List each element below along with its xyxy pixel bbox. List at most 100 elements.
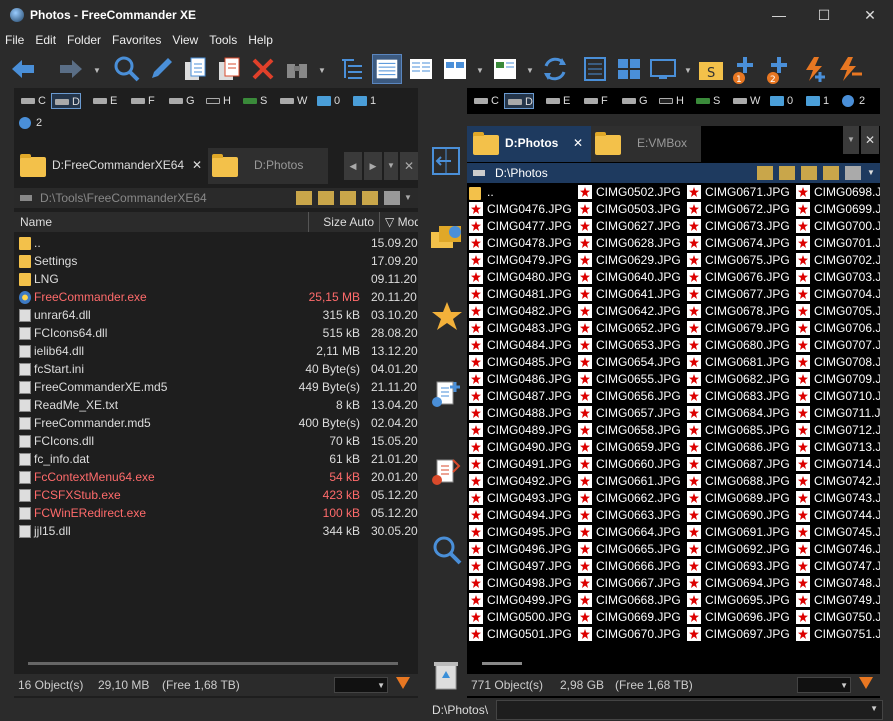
filter-icon[interactable]: [396, 677, 410, 689]
tab-photos[interactable]: D:Photos: [208, 148, 328, 184]
list-item[interactable]: CIMG0699.JPG: [796, 201, 880, 218]
list-item[interactable]: CIMG0679.JPG: [687, 320, 795, 337]
tab-scroll-right-icon[interactable]: ▶: [364, 152, 382, 180]
drive-2[interactable]: 2: [16, 115, 42, 131]
list-item[interactable]: CIMG0704.JPG: [796, 286, 880, 303]
list-item[interactable]: CIMG0689.JPG: [687, 490, 795, 507]
list-item[interactable]: CIMG0657.JPG: [578, 405, 686, 422]
folder-up-icon[interactable]: [340, 191, 356, 205]
list-item[interactable]: CIMG0485.JPG: [469, 354, 577, 371]
move-icon[interactable]: [214, 54, 244, 84]
monitor-dropdown-icon[interactable]: ▼: [684, 66, 692, 75]
drive-g[interactable]: G: [619, 93, 648, 109]
filter-select[interactable]: ▼: [797, 677, 851, 693]
list-item[interactable]: CIMG0675.JPG: [687, 252, 795, 269]
list-item[interactable]: CIMG0479.JPG: [469, 252, 577, 269]
file-row[interactable]: FreeCommander.exe 25,15 MB 20.11.20: [14, 288, 418, 306]
list-item[interactable]: CIMG0659.JPG: [578, 439, 686, 456]
tab-d-photos[interactable]: D:Photos ✕: [467, 126, 591, 162]
list-item[interactable]: CIMG0640.JPG: [578, 269, 686, 286]
list-item[interactable]: CIMG0476.JPG: [469, 201, 577, 218]
list-item[interactable]: CIMG0745.JPG: [796, 524, 880, 541]
list-item[interactable]: CIMG0707.JPG: [796, 337, 880, 354]
list-item[interactable]: CIMG0662.JPG: [578, 490, 686, 507]
list-item[interactable]: CIMG0496.JPG: [469, 541, 577, 558]
list-item[interactable]: CIMG0628.JPG: [578, 235, 686, 252]
minimize-button[interactable]: —: [756, 0, 802, 30]
folder-history-icon[interactable]: [757, 166, 773, 180]
list-item[interactable]: CIMG0663.JPG: [578, 507, 686, 524]
drive-f[interactable]: F: [581, 93, 608, 109]
drive-1[interactable]: 1: [803, 93, 829, 109]
drive-e[interactable]: E: [90, 93, 117, 109]
folder-tree-icon[interactable]: [845, 166, 861, 180]
file-row[interactable]: FreeCommanderXE.md5 449 Byte(s) 21.11.20: [14, 378, 418, 396]
list-item[interactable]: CIMG0652.JPG: [578, 320, 686, 337]
left-horizontal-scrollbar[interactable]: [28, 662, 398, 665]
list-item[interactable]: CIMG0664.JPG: [578, 524, 686, 541]
folder-favorite-icon[interactable]: [779, 166, 795, 180]
drive-0[interactable]: 0: [767, 93, 793, 109]
list-item[interactable]: CIMG0495.JPG: [469, 524, 577, 541]
list-item[interactable]: CIMG0672.JPG: [687, 201, 795, 218]
file-row[interactable]: LNG 09.11.20: [14, 270, 418, 288]
drive-f[interactable]: F: [128, 93, 155, 109]
tree-view-icon[interactable]: [338, 54, 368, 84]
checklist-icon[interactable]: [580, 54, 610, 84]
drive-0[interactable]: 0: [314, 93, 340, 109]
sync-folders-icon[interactable]: [429, 222, 463, 252]
drive-d[interactable]: D: [504, 93, 534, 109]
list-item[interactable]: CIMG0478.JPG: [469, 235, 577, 252]
list-item[interactable]: CIMG0667.JPG: [578, 575, 686, 592]
list-item[interactable]: CIMG0477.JPG: [469, 218, 577, 235]
tab-list-dropdown-icon[interactable]: ▼: [843, 126, 859, 154]
file-row[interactable]: FCIcons.dll 70 kB 15.05.20: [14, 432, 418, 450]
drive-c[interactable]: C: [18, 93, 46, 109]
quick-action-1-icon[interactable]: [800, 54, 830, 84]
column-name[interactable]: Name: [20, 212, 52, 232]
file-row[interactable]: Settings 17.09.20: [14, 252, 418, 270]
list-item[interactable]: CIMG0481.JPG: [469, 286, 577, 303]
list-item[interactable]: CIMG0700.JPG: [796, 218, 880, 235]
tab-freecommanderxe64[interactable]: D:FreeCommanderXE64 ✕: [14, 148, 206, 184]
list-item[interactable]: CIMG0680.JPG: [687, 337, 795, 354]
maximize-button[interactable]: ☐: [801, 0, 847, 30]
thumbnail-view-icon[interactable]: [440, 54, 470, 84]
column-size[interactable]: Size Auto: [310, 212, 374, 232]
list-item[interactable]: CIMG0696.JPG: [687, 609, 795, 626]
file-row[interactable]: .. 15.09.20: [14, 234, 418, 252]
list-item[interactable]: CIMG0702.JPG: [796, 252, 880, 269]
file-row[interactable]: ielib64.dll 2,11 MB 13.12.20: [14, 342, 418, 360]
folder-view-icon[interactable]: [490, 54, 520, 84]
list-item[interactable]: CIMG0686.JPG: [687, 439, 795, 456]
folder-root-icon[interactable]: [823, 166, 839, 180]
list-item[interactable]: CIMG0709.JPG: [796, 371, 880, 388]
list-item[interactable]: CIMG0487.JPG: [469, 388, 577, 405]
back-arrow-icon[interactable]: [8, 54, 38, 84]
list-item[interactable]: CIMG0660.JPG: [578, 456, 686, 473]
list-item[interactable]: CIMG0488.JPG: [469, 405, 577, 422]
tab-scroll-left-icon[interactable]: ◀: [344, 152, 362, 180]
list-item[interactable]: CIMG0743.JPG: [796, 490, 880, 507]
folder-favorite-icon[interactable]: [318, 191, 334, 205]
copy-icon[interactable]: [180, 54, 210, 84]
right-path-bar[interactable]: D:\Photos ▼: [467, 163, 880, 183]
list-item[interactable]: CIMG0484.JPG: [469, 337, 577, 354]
list-item[interactable]: CIMG0748.JPG: [796, 575, 880, 592]
list-item[interactable]: CIMG0742.JPG: [796, 473, 880, 490]
drive-h[interactable]: H: [656, 93, 684, 109]
list-item[interactable]: CIMG0681.JPG: [687, 354, 795, 371]
list-item[interactable]: CIMG0749.JPG: [796, 592, 880, 609]
drive-1[interactable]: 1: [350, 93, 376, 109]
delete-icon[interactable]: [248, 54, 278, 84]
list-item[interactable]: CIMG0676.JPG: [687, 269, 795, 286]
folder-size-icon[interactable]: S: [696, 54, 726, 84]
drive-w[interactable]: W: [730, 93, 760, 109]
list-view-icon[interactable]: [406, 54, 436, 84]
drive-g[interactable]: G: [166, 93, 195, 109]
monitor-icon[interactable]: [648, 54, 678, 84]
list-item[interactable]: CIMG0695.JPG: [687, 592, 795, 609]
list-item[interactable]: CIMG0498.JPG: [469, 575, 577, 592]
list-item[interactable]: CIMG0654.JPG: [578, 354, 686, 371]
list-item[interactable]: CIMG0698.JPG: [796, 184, 880, 201]
